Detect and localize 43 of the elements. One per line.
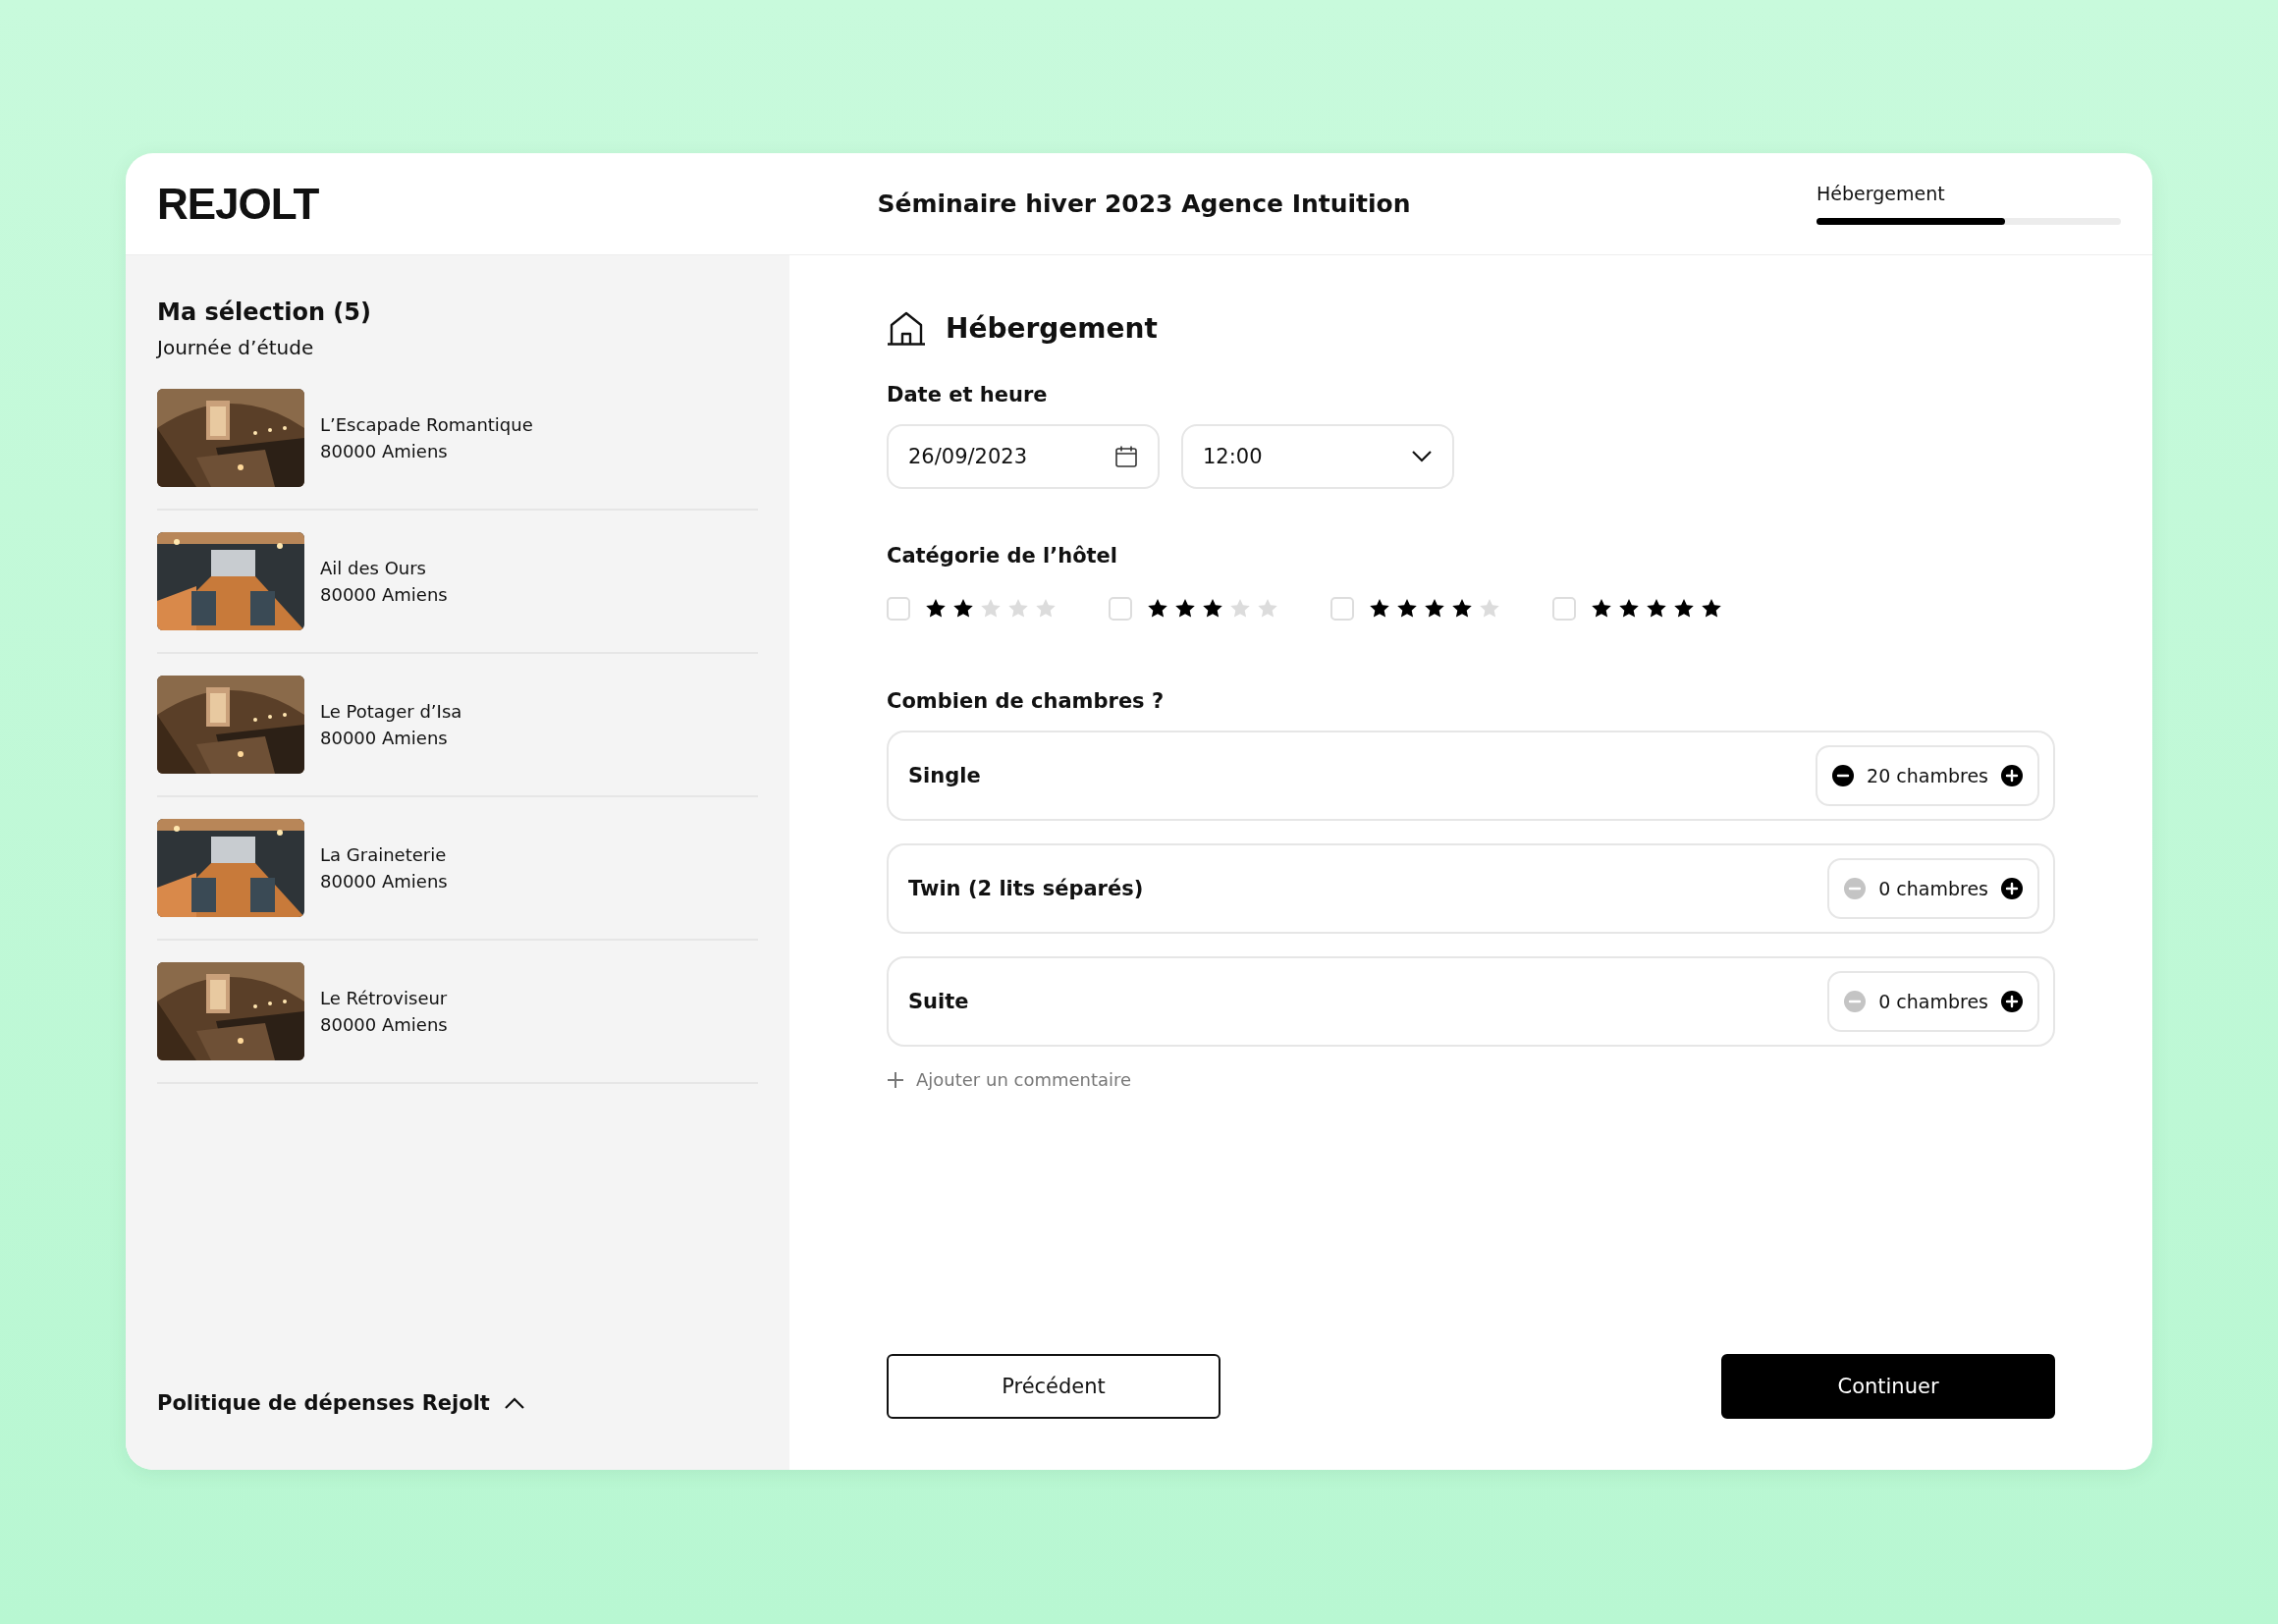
venue-city: 80000 Amiens bbox=[320, 584, 448, 605]
chevron-icon bbox=[1411, 450, 1433, 463]
venue-name: La Graineterie bbox=[320, 844, 448, 865]
continue-button[interactable]: Continuer bbox=[1721, 1354, 2055, 1419]
step-label: Hébergement bbox=[1817, 183, 1946, 204]
venue-city: 80000 Amiens bbox=[320, 441, 449, 461]
venue-city: 80000 Amiens bbox=[320, 871, 448, 892]
venue-name: L’Escapade Romantique bbox=[320, 414, 533, 435]
policy-toggle[interactable]: Politique de dépenses Rejolt bbox=[157, 1391, 525, 1415]
room-type: Single bbox=[908, 764, 981, 787]
plus-icon[interactable] bbox=[2000, 877, 2024, 900]
date-field[interactable]: 26/09/2023 bbox=[887, 424, 1160, 489]
checkbox[interactable] bbox=[1109, 597, 1132, 621]
checkbox[interactable] bbox=[1552, 597, 1576, 621]
checkbox[interactable] bbox=[1330, 597, 1354, 621]
selection-subtitle: Journée d’étude bbox=[157, 336, 315, 359]
venue-city: 80000 Amiens bbox=[320, 728, 449, 748]
room-count: 20 chambres bbox=[1867, 765, 1988, 786]
calendar-icon bbox=[1114, 445, 1138, 468]
house-icon bbox=[887, 310, 926, 346]
section-heading: Hébergement bbox=[946, 311, 1158, 345]
back-button[interactable]: Précédent bbox=[887, 1354, 1220, 1419]
plus-icon bbox=[887, 1070, 904, 1089]
room-type: Twin (2 lits séparés) bbox=[908, 877, 1144, 900]
venue-city: 80000 Amiens bbox=[320, 1014, 448, 1035]
field-label: Combien de chambres ? bbox=[887, 689, 1166, 713]
time-dropdown[interactable]: 12:00 bbox=[1181, 424, 1454, 489]
plus-icon[interactable] bbox=[2000, 764, 2024, 787]
selection-title: Ma sélection (5) bbox=[157, 298, 372, 326]
venue-name: Ail des Ours bbox=[320, 558, 427, 578]
venue-name: Le Rétroviseur bbox=[320, 988, 448, 1008]
venue-name: Le Potager d’Isa bbox=[320, 701, 462, 722]
room-count: 0 chambres bbox=[1878, 991, 1988, 1012]
room-type: Suite bbox=[908, 990, 969, 1013]
event-title: Séminaire hiver 2023 Agence Intuition bbox=[876, 189, 1412, 218]
plus-icon[interactable] bbox=[2000, 990, 2024, 1013]
minus-icon[interactable] bbox=[1831, 764, 1856, 787]
field-label: Date et heure bbox=[887, 383, 1049, 406]
field-label: Catégorie de l’hôtel bbox=[887, 544, 1119, 568]
room-count: 0 chambres bbox=[1878, 878, 1988, 899]
logo: REJOLT bbox=[157, 179, 320, 229]
add-comment-link[interactable]: Ajouter un commentaire bbox=[887, 1069, 1132, 1090]
checkbox[interactable] bbox=[887, 597, 910, 621]
